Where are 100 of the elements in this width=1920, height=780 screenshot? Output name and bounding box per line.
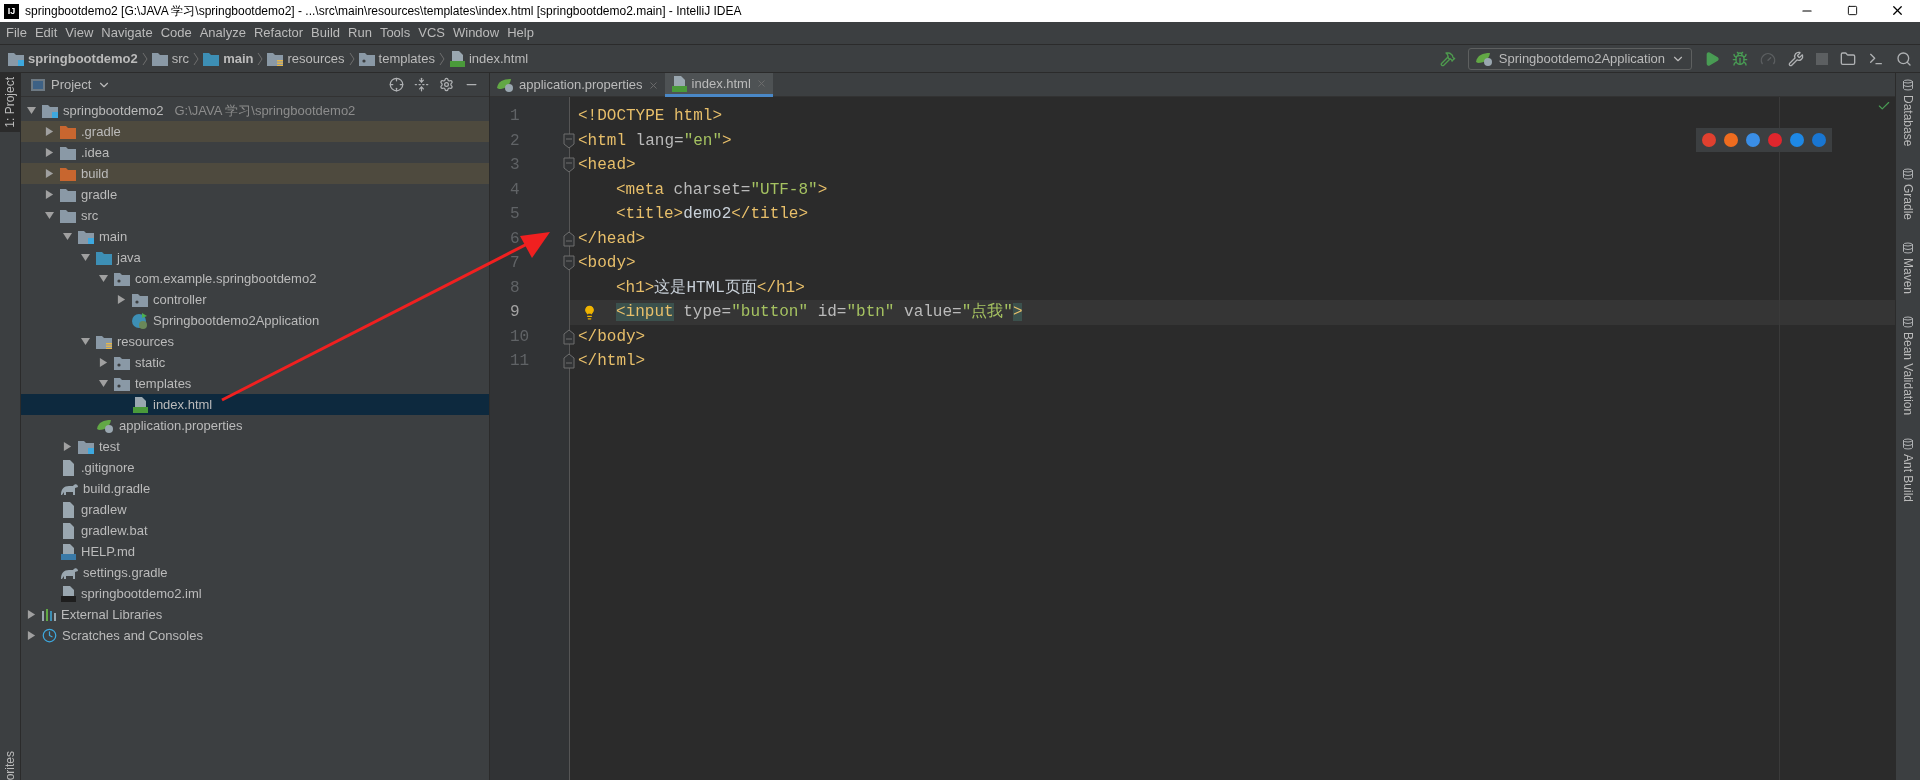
menu-item[interactable]: Code [156,23,196,43]
menu-item[interactable]: Edit [30,23,62,43]
tree-item[interactable]: settings.gradle [21,562,489,583]
menu-item[interactable]: Run [344,23,376,43]
tool-window-tab[interactable]: Ant Build [1899,453,1917,502]
restore-icon[interactable] [1847,5,1858,16]
favorites-tool-tab[interactable]: orites [1,750,19,780]
breadcrumb-item[interactable]: templates [378,48,435,69]
browser-icon[interactable] [1746,133,1760,147]
expanded-arrow-icon[interactable] [26,106,36,115]
menu-item[interactable]: Window [448,23,504,43]
editor-tab[interactable]: index.html [664,73,773,97]
tree-item[interactable]: test [21,436,489,457]
tree-item[interactable]: HELP.md [21,541,489,562]
tree-item[interactable]: src [21,205,489,226]
tool-window-icon[interactable] [1902,437,1914,450]
tree-item[interactable]: controller [21,289,489,310]
breadcrumb-item[interactable]: src [171,48,190,69]
breadcrumb-item[interactable]: main [223,48,254,69]
editor-tab[interactable]: application.properties [490,73,665,97]
menu-item[interactable]: Analyze [195,23,250,43]
menu-item[interactable]: File [2,23,31,43]
hammer-icon[interactable] [1439,50,1456,67]
collapsed-arrow-icon[interactable] [26,631,36,640]
tree-item[interactable]: .idea [21,142,489,163]
tree-item[interactable]: resources [21,331,489,352]
bug-icon[interactable] [1732,50,1748,67]
folder-icon[interactable] [1840,50,1856,67]
run-configuration-dropdown[interactable]: Springbootdemo2Application [1467,47,1692,70]
tree-item[interactable]: External Libraries [21,604,489,625]
tree-item[interactable]: templates [21,373,489,394]
tree-item[interactable]: main [21,226,489,247]
fold-marker-icon[interactable] [563,328,575,345]
tree-item[interactable]: build [21,163,489,184]
collapsed-arrow-icon[interactable] [44,127,54,136]
expanded-arrow-icon[interactable] [98,379,108,388]
browser-icon[interactable] [1724,133,1738,147]
menu-item[interactable]: Refactor [249,23,308,43]
tree-item[interactable]: gradlew.bat [21,520,489,541]
tree-item[interactable]: .gradle [21,121,489,142]
tree-item[interactable]: static [21,352,489,373]
browser-icon[interactable] [1702,133,1716,147]
close-icon[interactable] [1890,3,1905,18]
tool-window-tab[interactable]: Gradle [1899,184,1917,221]
collapsed-arrow-icon[interactable] [116,295,126,304]
panel-title[interactable]: Project [51,74,92,95]
tree-item[interactable]: gradlew [21,499,489,520]
tool-window-icon[interactable] [1902,316,1914,329]
fold-marker-icon[interactable] [563,157,575,174]
tool-window-tab[interactable]: Database [1899,95,1917,147]
crosshair-icon[interactable] [389,77,404,92]
browser-icon[interactable] [1790,133,1804,147]
lightbulb-icon[interactable] [582,304,597,320]
settings-icon[interactable] [439,77,454,92]
expanded-arrow-icon[interactable] [80,337,90,346]
tool-window-tab[interactable]: Maven [1899,258,1917,295]
browser-icon[interactable] [1768,133,1782,147]
expanded-arrow-icon[interactable] [44,211,54,220]
expanded-arrow-icon[interactable] [62,232,72,241]
menu-item[interactable]: Tools [375,23,415,43]
collapsed-arrow-icon[interactable] [98,358,108,367]
tree-item[interactable]: springbootdemo2 G:\JAVA 学习\springbootdemo2 [21,100,489,121]
tool-window-tab[interactable]: Bean Validation [1899,332,1917,416]
breadcrumb-item[interactable]: springbootdemo2 [28,48,138,69]
tree-item[interactable]: application.properties [21,415,489,436]
tree-item[interactable]: gradle [21,184,489,205]
collapsed-arrow-icon[interactable] [44,148,54,157]
collapse-icon[interactable] [414,77,429,92]
tree-item[interactable]: springbootdemo2.iml [21,583,489,604]
collapsed-arrow-icon[interactable] [62,442,72,451]
fold-marker-icon[interactable] [563,353,575,370]
tree-item[interactable]: .gitignore [21,457,489,478]
menu-item[interactable]: Build [307,23,344,43]
fold-marker-icon[interactable] [563,255,575,272]
tree-item[interactable]: com.example.springbootdemo2 [21,268,489,289]
tree-item[interactable]: index.html [21,394,489,415]
fold-marker-icon[interactable] [563,132,575,149]
menu-item[interactable]: VCS [414,23,449,43]
wrench-icon[interactable] [1788,50,1804,67]
tree-item[interactable]: java [21,247,489,268]
project-tool-tab[interactable]: 1: Project [0,73,21,132]
tool-window-icon[interactable] [1902,168,1914,181]
breadcrumb-item[interactable]: index.html [468,48,529,69]
collapsed-arrow-icon[interactable] [26,610,36,619]
tool-window-icon[interactable] [1902,242,1914,255]
tree-item[interactable]: build.gradle [21,478,489,499]
menu-item[interactable]: Navigate [97,23,157,43]
menu-item[interactable]: View [61,23,98,43]
browser-icon[interactable] [1812,133,1826,147]
tree-item[interactable]: Scratches and Consoles [21,625,489,646]
breadcrumb-item[interactable]: resources [287,48,345,69]
expanded-arrow-icon[interactable] [98,274,108,283]
tool-window-icon[interactable] [1902,79,1914,91]
collapsed-arrow-icon[interactable] [44,190,54,199]
collapsed-arrow-icon[interactable] [44,169,54,178]
search-icon[interactable] [1896,50,1912,67]
menu-item[interactable]: Help [503,23,538,43]
fold-marker-icon[interactable] [563,230,575,247]
expanded-arrow-icon[interactable] [80,253,90,262]
run-icon[interactable] [1704,50,1720,67]
